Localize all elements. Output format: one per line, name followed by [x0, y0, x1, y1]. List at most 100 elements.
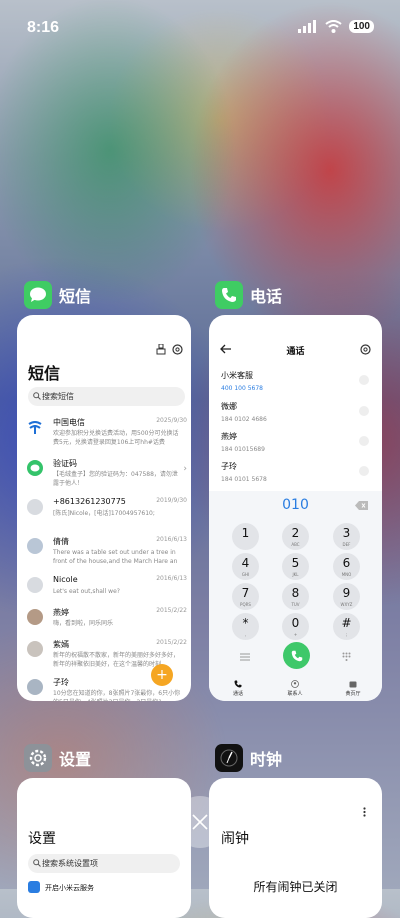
message-date: 2025/9/30	[156, 417, 187, 424]
dial-key-9[interactable]: 9 WXYZ	[333, 583, 360, 610]
settings-search-input[interactable]: 搜索系统设置项	[28, 854, 180, 873]
message-date: 2016/6/13	[156, 536, 187, 543]
nav-contacts-label: 联系人	[287, 691, 303, 697]
clock-icon	[215, 744, 243, 772]
settings-app-name: 设置	[59, 750, 92, 769]
contact-info-icon[interactable]	[359, 406, 369, 416]
contact-info-icon[interactable]	[359, 375, 369, 385]
message-preview: 10分您在知道的你，8张照片7张最你，6只小你的5只最你，4张照片3只最你，2只…	[53, 690, 181, 701]
contact-number: 184 01015689	[221, 446, 265, 453]
telecom-logo-icon	[27, 419, 43, 435]
message-icon	[24, 281, 52, 309]
message-sender: 子玲	[53, 678, 69, 687]
message-preview: 【毛绒盒子】您的验证码为：047588，请勿泄露于他人！	[53, 471, 178, 487]
message-preview: 嗨，看到啦，同乐同乐	[53, 620, 114, 627]
dial-key-0[interactable]: 0 +	[282, 613, 309, 640]
contact-item[interactable]: 小米客服 400 100 5678	[221, 370, 371, 392]
dial-key-4[interactable]: 4 GHI	[232, 553, 259, 580]
phone-app-name: 电话	[250, 287, 283, 306]
battery-indicator: 100	[349, 20, 374, 33]
sms-title: 短信	[28, 364, 61, 383]
compose-button[interactable]: +	[151, 664, 173, 686]
message-date: 2019/9/30	[156, 497, 187, 504]
message-date: 2015/2/22	[156, 639, 187, 646]
avatar	[27, 679, 43, 695]
clear-all-button[interactable]	[174, 796, 226, 848]
settings-search-placeholder: 搜索系统设置项	[42, 859, 98, 868]
contact-number: 184 0101 5678	[221, 476, 267, 483]
dial-key-8[interactable]: 8 TUV	[282, 583, 309, 610]
dial-key-7[interactable]: 7 PQRS	[232, 583, 259, 610]
contact-item[interactable]: 微娜 184 0102 4686	[221, 401, 371, 423]
sms-app-name: 短信	[59, 287, 92, 306]
contact-item[interactable]: 燕婷 184 01015689	[221, 431, 371, 453]
dial-key-hash[interactable]: #;	[333, 613, 360, 640]
menu-icon[interactable]	[240, 653, 250, 661]
message-sender: 验证码	[53, 459, 77, 468]
dial-key-1[interactable]: 1	[232, 523, 259, 550]
message-preview: There was a table set out under a tree i…	[53, 549, 178, 565]
sms-search-input[interactable]: 搜索短信	[28, 387, 185, 406]
close-icon	[192, 814, 208, 830]
nav-yellow-pages[interactable]: 黄页厅	[325, 680, 381, 697]
sms-card[interactable]: 短信 搜索短信 中国电信 2025/9/30 欢迎参加积分兑换话费活动，用500…	[17, 315, 191, 701]
dial-key-3[interactable]: 3 DEF	[333, 523, 360, 550]
alarm-title: 闹钟	[221, 831, 249, 847]
cloud-icon	[28, 881, 40, 893]
dial-key-6[interactable]: 6 MNO	[333, 553, 360, 580]
nav-calls-label: 通话	[232, 691, 243, 697]
dialpad-toggle-icon[interactable]	[342, 652, 351, 662]
phone-app-header[interactable]: 电话	[215, 281, 282, 309]
alarm-status-text: 所有闹钟已关闭	[253, 880, 338, 894]
settings-card[interactable]: 设置 搜索系统设置项 开启小米云服务	[17, 778, 191, 918]
message-preview: 欢迎参加积分兑换话费活动，用500分可兑换话费5元，兑换请登录回复106上可hh…	[53, 430, 179, 446]
dial-key-star[interactable]: *,	[232, 613, 259, 640]
avatar	[27, 577, 43, 593]
status-time: 8:16	[27, 19, 60, 36]
settings-item-label[interactable]: 开启小米云服务	[45, 883, 94, 893]
settings-icon	[24, 744, 52, 772]
settings-title: 设置	[28, 831, 56, 847]
avatar	[27, 609, 43, 625]
clock-app-header[interactable]: 时钟	[215, 744, 282, 772]
contact-number: 184 0102 4686	[221, 416, 267, 423]
nav-calls[interactable]: 通话	[210, 680, 266, 697]
message-preview: [陈氏]Nicole，[电话]17004957610;	[53, 510, 155, 517]
message-date: 2015/2/22	[156, 607, 187, 614]
contact-info-icon[interactable]	[359, 466, 369, 476]
settings-gear-icon[interactable]	[172, 344, 183, 355]
phone-card[interactable]: 通话 小米客服 400 100 5678 微娜 184 0102 4686 燕婷…	[209, 315, 382, 701]
backspace-icon[interactable]	[355, 501, 368, 510]
avatar	[27, 499, 43, 515]
contact-info-icon[interactable]	[359, 436, 369, 446]
contact-name: 微娜	[221, 402, 237, 411]
contact-name: 燕婷	[221, 432, 237, 441]
contacts-icon	[291, 680, 299, 688]
message-sender: 倩倩	[53, 537, 69, 546]
clock-card[interactable]: 闹钟 所有闹钟已关闭	[209, 778, 382, 918]
settings-gear-icon[interactable]	[360, 344, 371, 355]
settings-app-header[interactable]: 设置	[24, 744, 91, 772]
phone-icon	[215, 281, 243, 309]
message-sender: 中国电信	[53, 418, 85, 427]
dial-key-5[interactable]: 5 JKL	[282, 553, 309, 580]
signal-icon	[298, 20, 317, 33]
message-sender: +8613261230775	[53, 497, 126, 506]
phone-icon	[234, 680, 242, 688]
message-date: 2016/6/13	[156, 575, 187, 582]
dial-key-2[interactable]: 2 ABC	[282, 523, 309, 550]
more-options-icon[interactable]	[363, 807, 366, 817]
sms-app-header[interactable]: 短信	[24, 281, 91, 309]
contact-name: 子玲	[221, 462, 237, 471]
wifi-icon	[325, 20, 342, 33]
contact-item[interactable]: 子玲 184 0101 5678	[221, 461, 371, 483]
avatar	[27, 641, 43, 657]
nav-yellow-pages-label: 黄页厅	[345, 691, 361, 697]
call-button[interactable]	[283, 642, 310, 669]
clean-icon[interactable]	[156, 344, 166, 355]
status-bar: 8:16 100	[0, 0, 400, 56]
search-icon	[33, 859, 41, 867]
phone-title: 通话	[286, 347, 305, 357]
message-sender: Nicole	[53, 575, 78, 584]
nav-contacts[interactable]: 联系人	[267, 680, 323, 697]
